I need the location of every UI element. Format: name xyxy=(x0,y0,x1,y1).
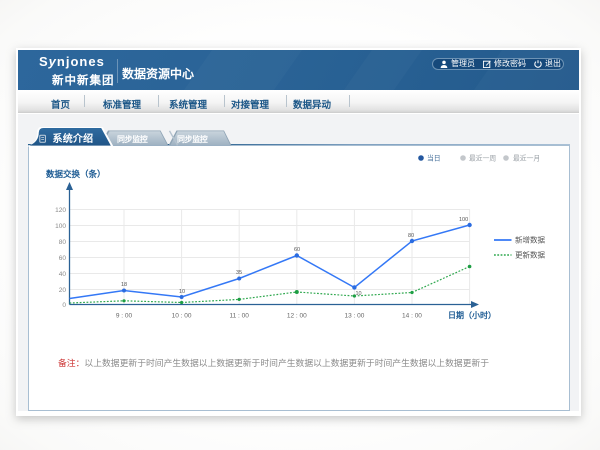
svg-text:12 : 00: 12 : 00 xyxy=(287,313,307,320)
svg-text:系统介绍: 系统介绍 xyxy=(53,132,94,145)
svg-text:35: 35 xyxy=(236,270,242,276)
svg-text:10: 10 xyxy=(179,289,185,295)
svg-text:18: 18 xyxy=(121,282,127,288)
svg-text:80: 80 xyxy=(408,233,414,239)
svg-text:10: 10 xyxy=(356,291,362,297)
svg-text:9 : 00: 9 : 00 xyxy=(116,313,133,320)
svg-text:80: 80 xyxy=(59,239,67,246)
svg-text:数据交换（条）: 数据交换（条） xyxy=(46,169,106,179)
svg-text:14 : 00: 14 : 00 xyxy=(402,313,422,320)
svg-text:120: 120 xyxy=(55,207,66,214)
svg-text:100: 100 xyxy=(459,217,468,223)
svg-text:60: 60 xyxy=(59,255,67,262)
svg-text:0: 0 xyxy=(62,302,66,309)
svg-text:10 : 00: 10 : 00 xyxy=(172,313,192,320)
svg-text:同步监控: 同步监控 xyxy=(117,134,148,144)
svg-text:最近一周: 最近一周 xyxy=(469,154,496,163)
svg-text:60: 60 xyxy=(294,247,300,253)
svg-text:当日: 当日 xyxy=(427,154,441,163)
svg-text:同步监控: 同步监控 xyxy=(177,134,208,144)
svg-text:新增数据: 新增数据 xyxy=(515,235,545,245)
svg-text:40: 40 xyxy=(59,271,67,278)
svg-text:更新数据: 更新数据 xyxy=(515,250,545,260)
svg-text:日期（小时）: 日期（小时） xyxy=(448,310,496,320)
svg-text:100: 100 xyxy=(55,223,66,230)
svg-text:11 : 00: 11 : 00 xyxy=(229,313,249,320)
svg-text:最近一月: 最近一月 xyxy=(513,154,540,163)
svg-text:13 : 00: 13 : 00 xyxy=(344,313,364,320)
svg-text:20: 20 xyxy=(59,287,67,294)
